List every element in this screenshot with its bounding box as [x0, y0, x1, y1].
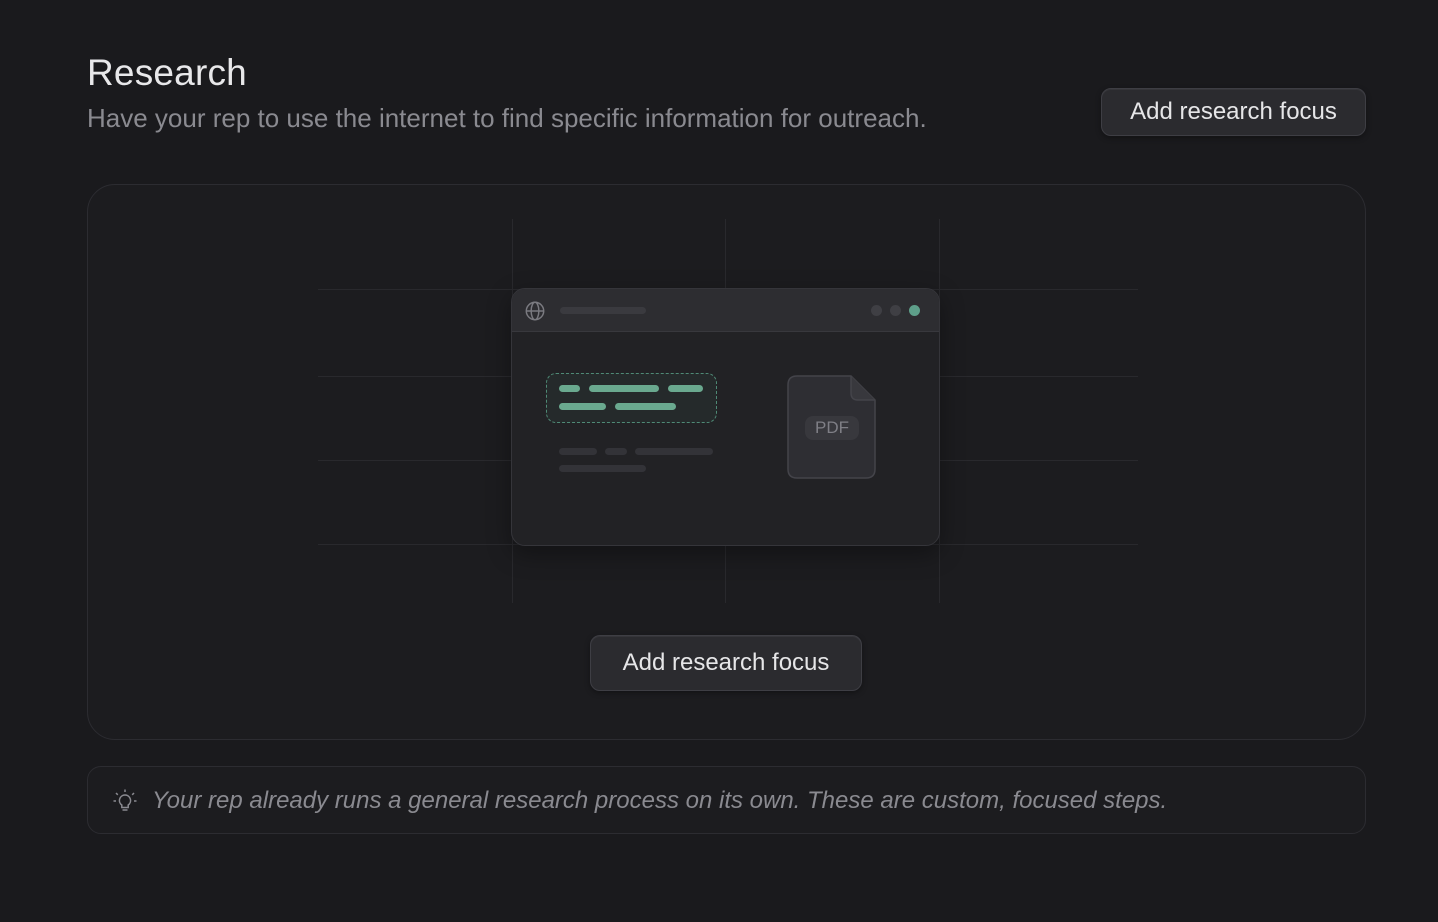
text-placeholder-line [559, 465, 646, 472]
page-title: Research [87, 52, 247, 93]
browser-illustration: PDF [511, 288, 940, 546]
pdf-file-icon: PDF [787, 375, 876, 479]
add-research-focus-button-center[interactable]: Add research focus [590, 635, 862, 691]
pdf-label: PDF [805, 416, 859, 440]
text-placeholder-line [559, 448, 597, 455]
add-research-focus-button[interactable]: Add research focus [1101, 88, 1366, 136]
browser-toolbar [512, 289, 939, 332]
window-dot [871, 305, 882, 316]
tip-text: Your rep already runs a general research… [152, 787, 1168, 814]
highlighted-text-selection [546, 373, 717, 423]
page-subtitle: Have your rep to use the internet to fin… [87, 103, 927, 133]
window-dot [890, 305, 901, 316]
tip-banner: Your rep already runs a general research… [87, 766, 1366, 834]
text-placeholder-line [635, 448, 713, 455]
text-placeholder-line [605, 448, 627, 455]
globe-icon [525, 301, 545, 321]
url-placeholder [560, 307, 646, 314]
research-page: Research Have your rep to use the intern… [0, 0, 1438, 922]
lightbulb-icon [113, 789, 137, 811]
window-dot-active [909, 305, 920, 316]
